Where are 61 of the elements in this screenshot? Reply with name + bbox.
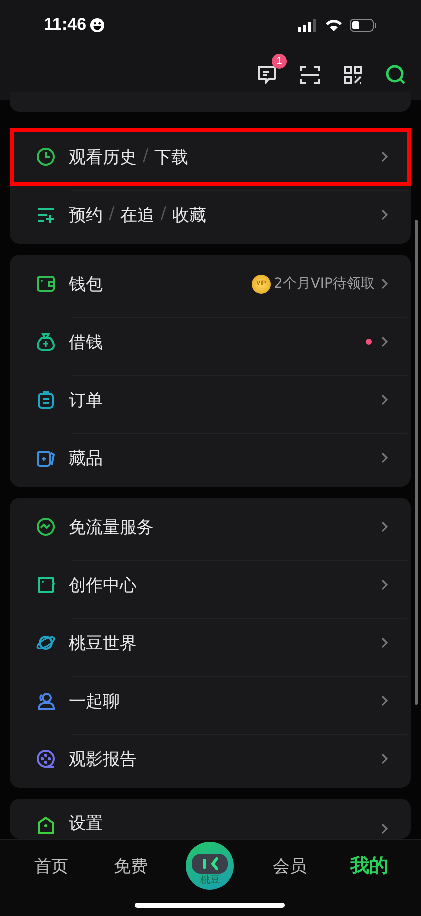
menu-label: 借钱 [69,332,103,354]
menu-label: 观看历史 [69,146,137,168]
menu-label: 藏品 [69,448,103,470]
menu-label: 下载 [154,146,189,168]
chevron-icon [381,394,389,406]
menu-item[interactable]: 藏品 [10,429,411,487]
menu-item[interactable]: 创作中心 [10,556,411,614]
chevron-icon [381,753,389,765]
chevron-icon [381,637,389,649]
smiley-icon [90,18,105,32]
tab[interactable]: 我的 [350,853,388,879]
menu-item[interactable]: 设置 [10,799,411,839]
wifi-icon [325,18,343,32]
menu-item[interactable]: 预约 / 在追 / 收藏 [10,186,411,244]
menu-label: 订单 [69,390,103,412]
menu-value: 2个月VIP待领取 [274,275,375,293]
menu-label: 收藏 [172,204,206,226]
search-button[interactable] [385,64,407,86]
tab[interactable]: 免费 [114,854,148,878]
menu-label: 一起聊 [69,690,120,712]
scan-icon [299,64,321,86]
message-icon [256,64,278,86]
menu-label: 观影报告 [69,748,137,770]
menu-item[interactable]: 一起聊 [10,672,411,730]
qr-code-button[interactable] [342,64,364,86]
chevron-icon [381,336,389,348]
tab[interactable]: 会员 [272,854,307,878]
status-time: 11:46 [44,15,87,35]
menu-label: 设置 [69,813,103,835]
signal-icon [298,18,318,32]
menu-item[interactable]: 免流量服务 [10,498,411,556]
chevron-icon [381,521,389,533]
chevron-icon [381,209,389,221]
separator-slash: / [109,204,115,226]
chevron-icon [381,695,389,707]
menu-label: 免流量服务 [69,516,154,538]
separator-slash: / [160,204,166,226]
menu-item[interactable]: 借钱 [10,313,411,371]
chevron-icon [381,452,389,464]
notification-badge: 1 [272,54,287,69]
qr-code-icon [342,64,364,86]
message-button[interactable] [256,64,278,86]
chevron-icon [381,823,389,835]
menu-label: 钱包 [69,274,103,296]
chevron-icon [381,151,389,163]
menu-label: 桃豆世界 [69,632,137,654]
chevron-icon [381,579,389,591]
menu-item[interactable]: 订单 [10,371,411,429]
menu-label: 创作中心 [69,574,137,596]
scan-button[interactable] [299,64,321,86]
menu-item[interactable]: 桃豆世界 [10,614,411,672]
robot-face-icon [192,854,228,874]
search-icon [385,64,407,86]
chevron-icon [381,278,389,290]
menu-label: 在追 [120,204,155,226]
menu-label: 预约 [69,204,103,226]
tab[interactable]: 首页 [34,854,69,878]
menu-item[interactable]: 观影报告 [10,730,411,788]
battery-icon [350,18,377,32]
menu-item[interactable]: 观看历史 / 下载 [10,128,411,186]
separator-slash: / [143,146,149,168]
